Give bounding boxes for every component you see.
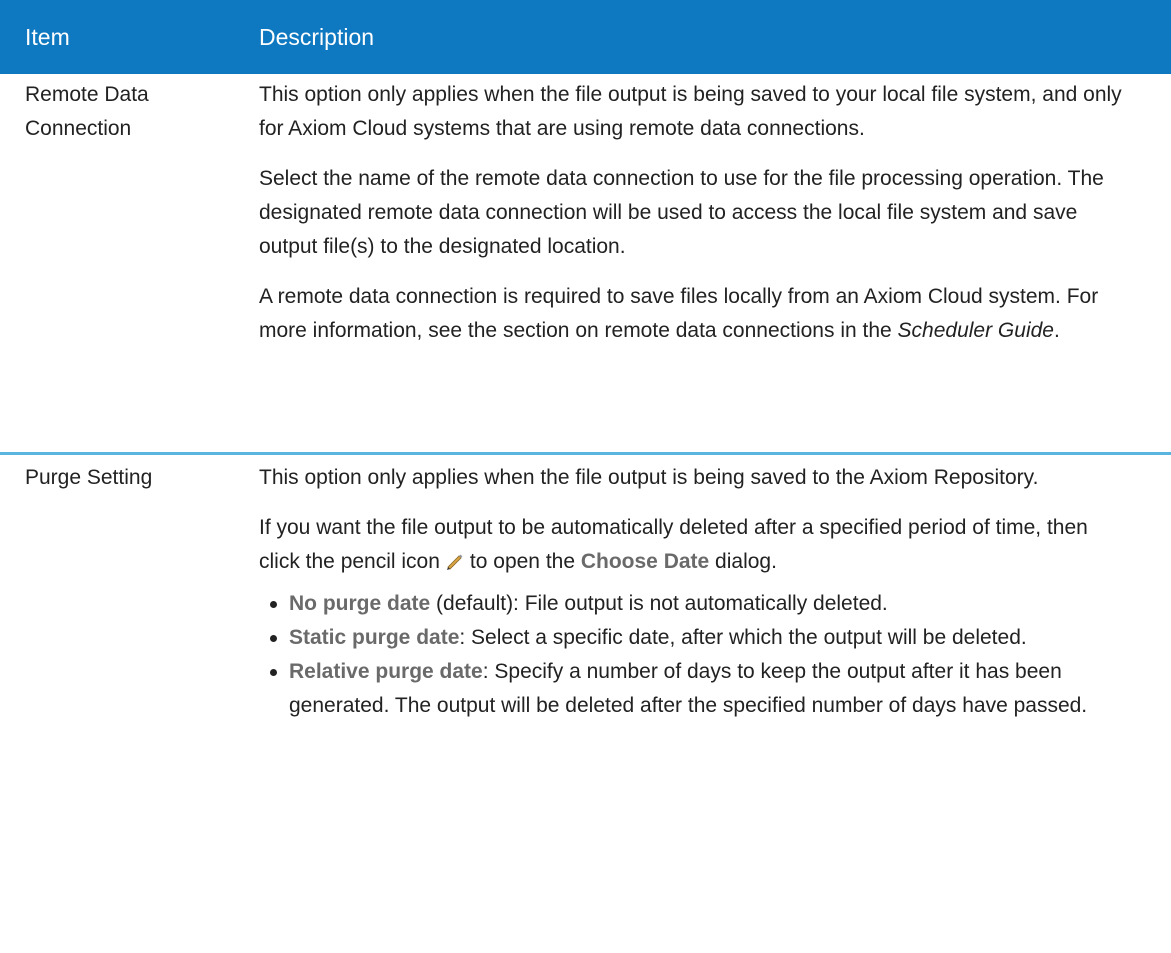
table-header: Item Description (0, 0, 1171, 74)
item-name-text: Purge Setting (25, 466, 153, 489)
header-description: Description (259, 23, 375, 50)
description-paragraph: This option only applies when the file o… (259, 83, 1122, 140)
purge-options-list: No purge date (default): File output is … (259, 587, 1131, 723)
options-table: Item Description Remote Data Connection … (0, 0, 1171, 723)
bullet-icon (270, 635, 277, 642)
option-label: No purge date (289, 592, 431, 615)
table-row: Remote Data Connection This option only … (0, 74, 1171, 455)
list-item: Static purge date: Select a specific dat… (259, 621, 1131, 655)
description-paragraph: This option only applies when the file o… (259, 466, 1039, 489)
bullet-icon (270, 669, 277, 676)
table-row: Purge Setting This option only applies w… (0, 455, 1171, 723)
item-name: Remote Data Connection (0, 78, 259, 452)
item-name-text: Remote Data Connection (25, 83, 149, 140)
description-paragraph: Select the name of the remote data conne… (259, 167, 1104, 258)
choose-date-label: Choose Date (580, 550, 710, 573)
pencil-icon (446, 554, 463, 570)
description-paragraph: If you want the file output to be automa… (259, 511, 1131, 579)
list-item: No purge date (default): File output is … (259, 587, 1131, 621)
item-name: Purge Setting (0, 461, 259, 723)
option-label: Static purge date (289, 626, 460, 649)
paragraph-text: . (1053, 319, 1060, 342)
header-item: Item (25, 23, 70, 50)
guide-reference: Scheduler Guide (897, 319, 1054, 342)
option-text: : Select a specific date, after which th… (459, 626, 1027, 649)
paragraph-text: dialog. (709, 550, 777, 573)
bullet-icon (270, 601, 277, 608)
paragraph-text: to open the (469, 550, 581, 573)
option-label: Relative purge date (289, 660, 483, 683)
description-paragraph: A remote data connection is required to … (259, 280, 1131, 348)
list-item: Relative purge date: Specify a number of… (259, 655, 1131, 723)
item-description: This option only applies when the file o… (259, 461, 1171, 723)
item-description: This option only applies when the file o… (259, 78, 1171, 452)
option-text: (default): File output is not automatica… (430, 592, 888, 615)
